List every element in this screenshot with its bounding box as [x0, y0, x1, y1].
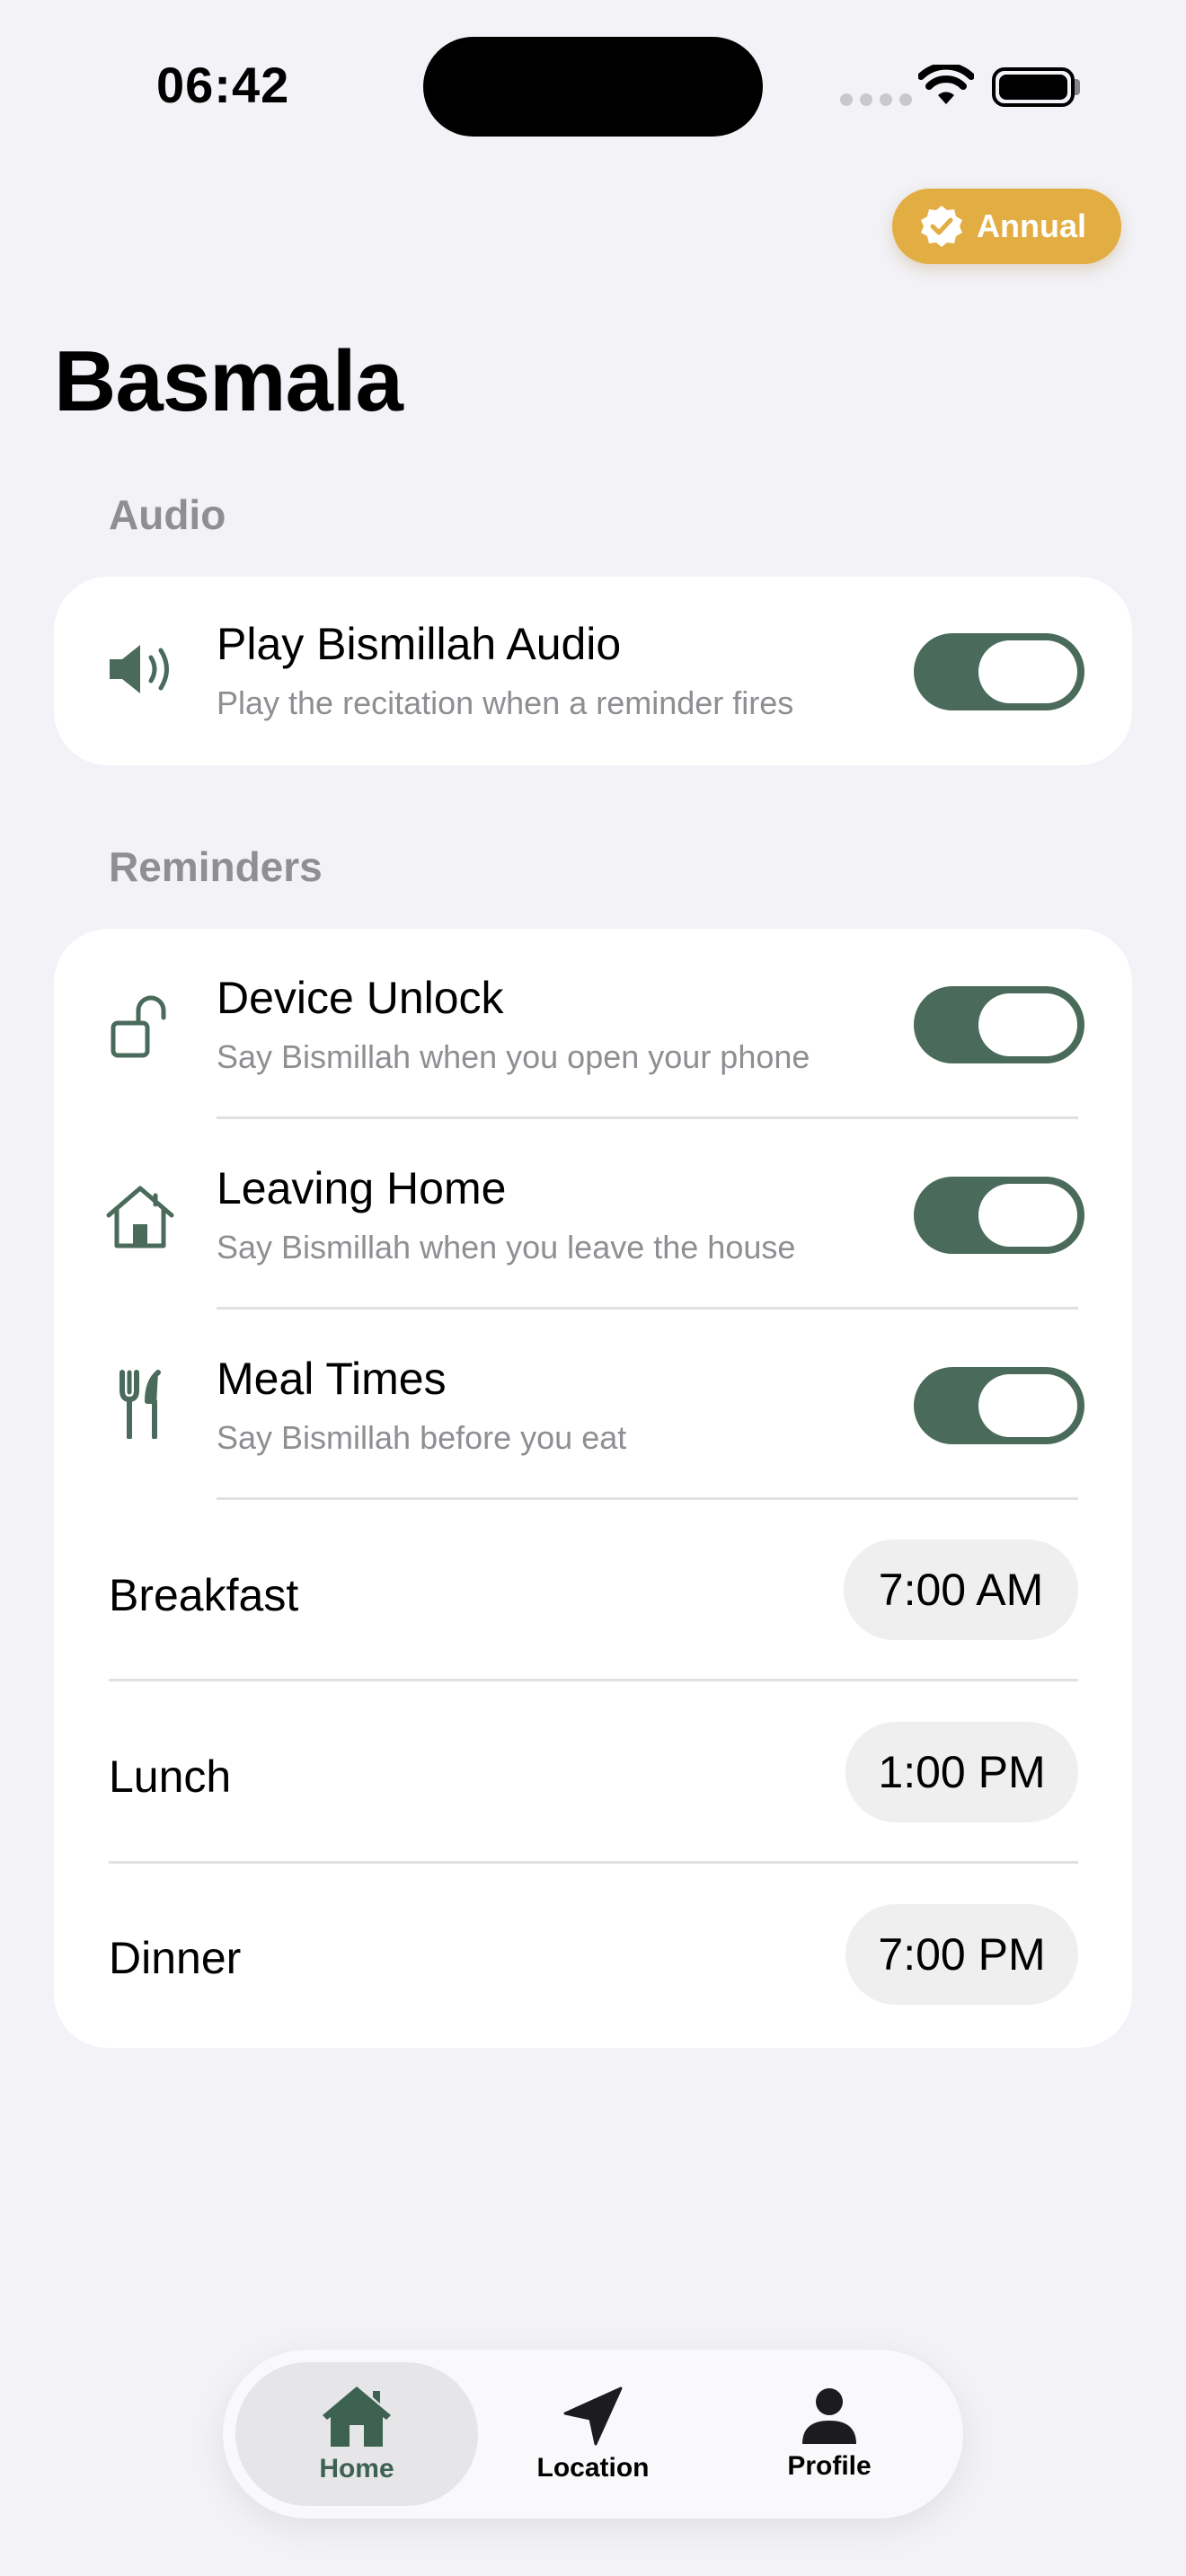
- verified-seal-icon: [921, 206, 962, 247]
- time-picker-breakfast[interactable]: 7:00 AM: [844, 1539, 1078, 1640]
- divider: [217, 1307, 1078, 1310]
- toggle-leaving-home[interactable]: [914, 1177, 1084, 1254]
- status-time: 06:42: [156, 57, 290, 113]
- tab-bar: Home Location Profile: [223, 2350, 963, 2519]
- time-picker-dinner[interactable]: 7:00 PM: [845, 1904, 1078, 2005]
- divider: [109, 1861, 1078, 1864]
- badge-label: Annual: [977, 207, 1086, 244]
- divider: [217, 1497, 1078, 1500]
- audio-card: Play Bismillah Audio Play the recitation…: [54, 577, 1132, 765]
- location-arrow-icon: [563, 2386, 623, 2446]
- tab-label-profile: Profile: [787, 2451, 872, 2481]
- fork-knife-icon: [119, 1370, 161, 1439]
- tab-home[interactable]: Home: [235, 2362, 478, 2506]
- speaker-icon: [110, 645, 169, 693]
- section-label-reminders: Reminders: [109, 843, 323, 890]
- meal-label-lunch: Lunch: [109, 1751, 232, 1802]
- section-label-audio: Audio: [109, 491, 226, 538]
- dynamic-island: [423, 37, 763, 137]
- wifi-icon: [918, 65, 974, 104]
- divider: [109, 1679, 1078, 1681]
- row-subtitle-device-unlock: Say Bismillah when you open your phone: [217, 1038, 810, 1075]
- toggle-play-audio[interactable]: [914, 633, 1084, 710]
- subscription-badge[interactable]: Annual: [892, 189, 1121, 264]
- row-subtitle-meal-times: Say Bismillah before you eat: [217, 1419, 627, 1456]
- meal-label-dinner: Dinner: [109, 1933, 242, 1983]
- toggle-device-unlock[interactable]: [914, 986, 1084, 1063]
- cellular-signal-icon: [840, 93, 914, 106]
- page-title: Basmala: [54, 333, 403, 429]
- row-title-leaving-home: Leaving Home: [217, 1163, 507, 1213]
- row-title-meal-times: Meal Times: [217, 1354, 447, 1404]
- house-icon: [106, 1186, 174, 1248]
- tab-profile[interactable]: Profile: [708, 2362, 951, 2506]
- row-title-device-unlock: Device Unlock: [217, 973, 504, 1023]
- tab-label-location: Location: [536, 2453, 650, 2483]
- row-subtitle-play-audio: Play the recitation when a reminder fire…: [217, 684, 794, 721]
- toggle-meal-times[interactable]: [914, 1367, 1084, 1444]
- battery-tip: [1075, 79, 1080, 95]
- person-icon: [802, 2388, 856, 2444]
- row-title-play-audio: Play Bismillah Audio: [217, 619, 622, 669]
- meal-label-breakfast: Breakfast: [109, 1570, 299, 1620]
- time-picker-lunch[interactable]: 1:00 PM: [845, 1722, 1078, 1822]
- battery-icon: [992, 67, 1075, 107]
- house-fill-icon: [323, 2386, 391, 2447]
- divider: [217, 1116, 1078, 1119]
- row-subtitle-leaving-home: Say Bismillah when you leave the house: [217, 1229, 796, 1266]
- tab-location[interactable]: Location: [472, 2362, 714, 2506]
- unlock-icon: [111, 995, 166, 1058]
- tab-label-home: Home: [319, 2454, 394, 2483]
- reminders-card: Device Unlock Say Bismillah when you ope…: [54, 929, 1132, 2048]
